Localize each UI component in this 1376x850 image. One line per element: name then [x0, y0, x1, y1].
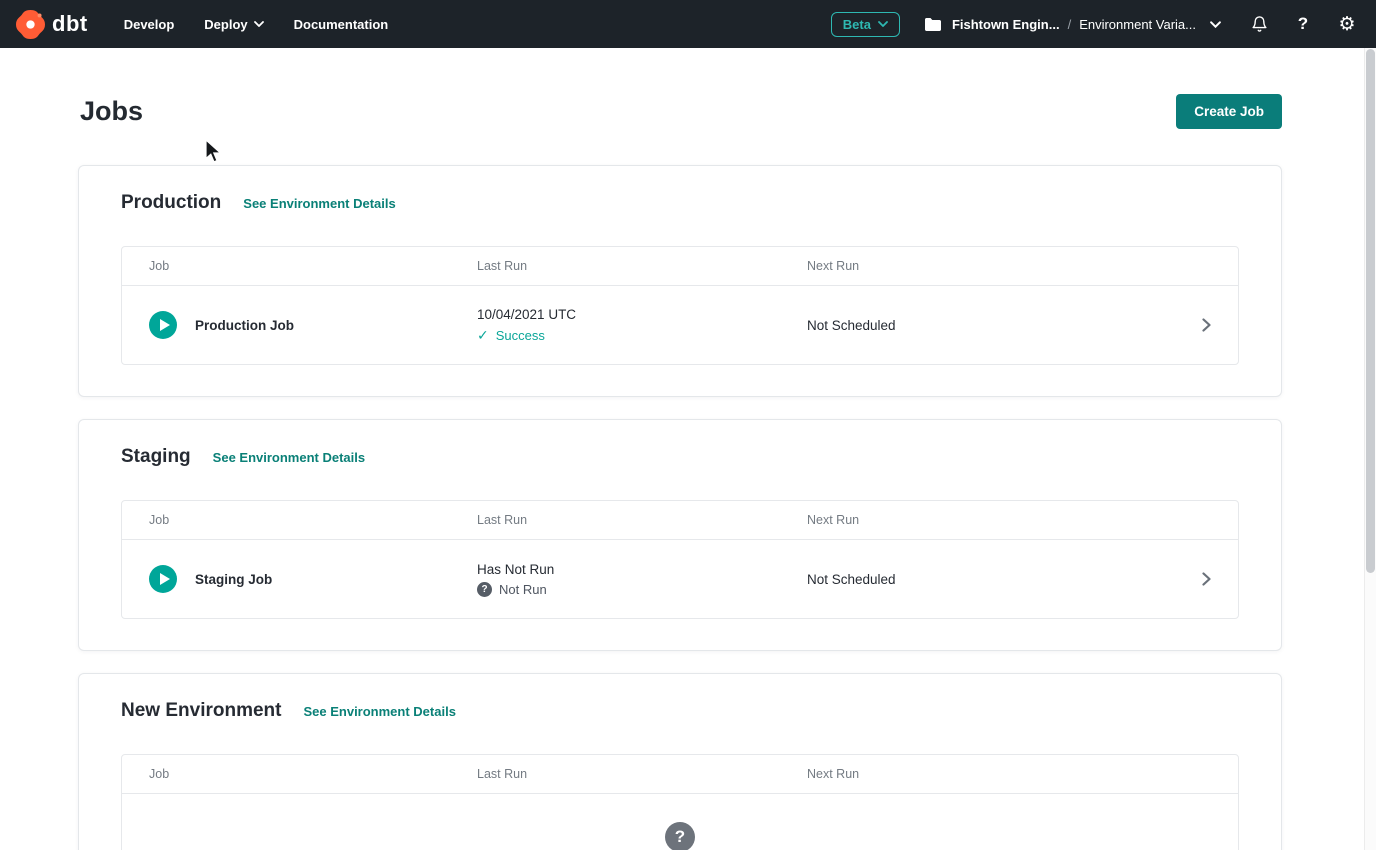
- help-icon[interactable]: ?: [1292, 13, 1314, 35]
- chevron-right-icon[interactable]: [1182, 318, 1230, 332]
- chevron-down-icon[interactable]: [1204, 13, 1226, 35]
- nav-item-develop[interactable]: Develop: [124, 17, 175, 32]
- column-header-next-run: Next Run: [807, 767, 1182, 781]
- see-environment-details-link[interactable]: See Environment Details: [243, 196, 395, 211]
- jobs-table: Job Last Run Next Run ?: [121, 754, 1239, 850]
- environment-header: Staging See Environment Details: [121, 446, 1239, 468]
- empty-jobs-body: ?: [122, 794, 1238, 850]
- column-header-next-run: Next Run: [807, 513, 1182, 527]
- column-header-last-run: Last Run: [477, 767, 807, 781]
- mouse-cursor: [205, 139, 222, 168]
- jobs-content: Production See Environment Details Job L…: [0, 165, 1376, 850]
- create-job-button[interactable]: Create Job: [1176, 94, 1282, 129]
- job-cell: Staging Job: [149, 565, 477, 593]
- job-cell: Production Job: [149, 311, 477, 339]
- status-label: Not Run: [499, 582, 547, 597]
- job-name: Production Job: [195, 318, 294, 333]
- environment-name: Staging: [121, 446, 191, 468]
- breadcrumb-current[interactable]: Environment Varia...: [1079, 17, 1196, 32]
- jobs-table-header: Job Last Run Next Run: [122, 247, 1238, 286]
- column-header-job: Job: [149, 513, 477, 527]
- environment-name: New Environment: [121, 700, 281, 722]
- chevron-right-icon[interactable]: [1182, 572, 1230, 586]
- environment-header: Production See Environment Details: [121, 192, 1239, 214]
- job-name: Staging Job: [195, 572, 272, 587]
- run-job-play-button[interactable]: [149, 565, 177, 593]
- success-check-icon: ✓: [477, 327, 489, 344]
- column-header-next-run: Next Run: [807, 259, 1182, 273]
- column-header-last-run: Last Run: [477, 513, 807, 527]
- last-run-date: 10/04/2021 UTC: [477, 307, 807, 322]
- folder-icon: [922, 13, 944, 35]
- status-label: Success: [496, 328, 545, 343]
- notifications-bell-icon[interactable]: [1248, 13, 1270, 35]
- column-header-job: Job: [149, 259, 477, 273]
- vertical-scrollbar-thumb[interactable]: [1366, 49, 1375, 573]
- environment-card-staging: Staging See Environment Details Job Last…: [78, 419, 1282, 651]
- last-run-status: ? Not Run: [477, 582, 807, 597]
- breadcrumb-separator: /: [1068, 17, 1072, 32]
- see-environment-details-link[interactable]: See Environment Details: [213, 450, 365, 465]
- question-circle-icon: ?: [665, 822, 695, 850]
- job-row-staging[interactable]: Staging Job Has Not Run ? Not Run Not Sc…: [122, 540, 1238, 618]
- chevron-down-icon: [254, 21, 264, 27]
- nav-item-documentation[interactable]: Documentation: [294, 17, 389, 32]
- last-run-date: Has Not Run: [477, 562, 807, 577]
- environment-card-production: Production See Environment Details Job L…: [78, 165, 1282, 397]
- settings-gear-icon[interactable]: ⚙: [1336, 13, 1358, 35]
- jobs-table-header: Job Last Run Next Run: [122, 755, 1238, 794]
- last-run-cell: Has Not Run ? Not Run: [477, 562, 807, 597]
- last-run-status: ✓ Success: [477, 327, 807, 344]
- environment-header: New Environment See Environment Details: [121, 700, 1239, 722]
- next-run-cell: Not Scheduled: [807, 318, 1182, 333]
- environment-name: Production: [121, 192, 221, 214]
- column-header-last-run: Last Run: [477, 259, 807, 273]
- last-run-cell: 10/04/2021 UTC ✓ Success: [477, 307, 807, 344]
- column-header-job: Job: [149, 767, 477, 781]
- dbt-logo[interactable]: dbt: [16, 10, 88, 39]
- breadcrumb: Fishtown Engin... / Environment Varia...: [922, 13, 1226, 35]
- beta-dropdown[interactable]: Beta: [831, 12, 900, 37]
- see-environment-details-link[interactable]: See Environment Details: [303, 704, 455, 719]
- not-run-question-icon: ?: [477, 582, 492, 597]
- top-navbar: dbt Develop Deploy Documentation Beta Fi…: [0, 0, 1376, 48]
- nav-item-deploy[interactable]: Deploy: [204, 17, 263, 32]
- jobs-table: Job Last Run Next Run Staging Job Has No…: [121, 500, 1239, 619]
- navbar-right: Beta Fishtown Engin... / Environment Var…: [831, 12, 1358, 37]
- brand-text: dbt: [52, 11, 88, 37]
- page-title: Jobs: [80, 96, 143, 127]
- jobs-table: Job Last Run Next Run Production Job 10/…: [121, 246, 1239, 365]
- nav-links: Develop Deploy Documentation: [124, 17, 389, 32]
- environment-card-new-environment: New Environment See Environment Details …: [78, 673, 1282, 850]
- chevron-down-icon: [878, 21, 888, 27]
- breadcrumb-project[interactable]: Fishtown Engin...: [952, 17, 1060, 32]
- next-run-cell: Not Scheduled: [807, 572, 1182, 587]
- job-row-production[interactable]: Production Job 10/04/2021 UTC ✓ Success …: [122, 286, 1238, 364]
- dbt-logo-icon: [16, 10, 45, 39]
- vertical-scrollbar-track[interactable]: [1364, 48, 1376, 850]
- run-job-play-button[interactable]: [149, 311, 177, 339]
- jobs-table-header: Job Last Run Next Run: [122, 501, 1238, 540]
- page-header: Jobs Create Job: [0, 48, 1376, 129]
